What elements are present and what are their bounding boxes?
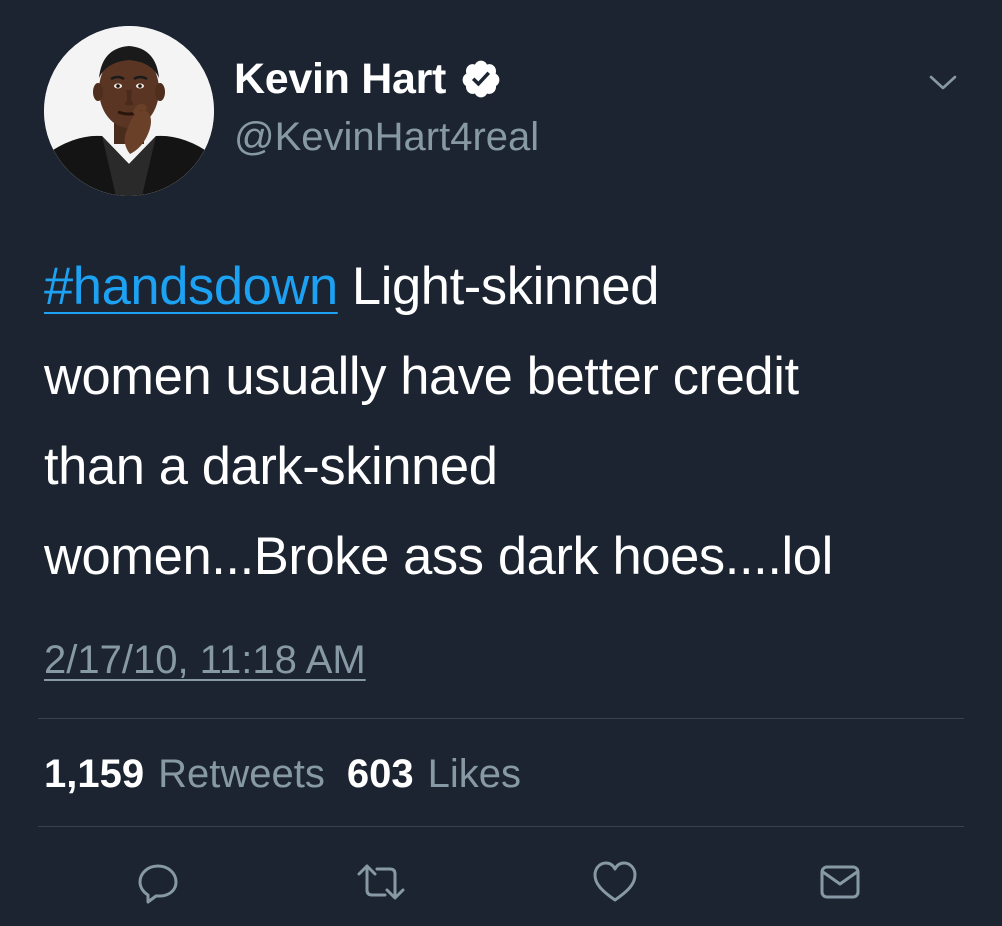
chevron-down-icon: [929, 75, 957, 90]
reply-button[interactable]: [128, 852, 188, 912]
divider: [38, 718, 964, 719]
display-name[interactable]: Kevin Hart: [234, 54, 446, 104]
envelope-icon: [820, 865, 860, 899]
likes-label: Likes: [427, 751, 521, 796]
direct-message-button[interactable]: [810, 852, 870, 912]
retweets-label: Retweets: [158, 751, 325, 796]
tweet-text-line-4: women...Broke ass dark hoes....lol: [44, 527, 833, 586]
retweet-button[interactable]: [351, 852, 411, 912]
author-name-row[interactable]: Kevin Hart: [234, 54, 502, 104]
tweet-text-line-1: #handsdown Light-skinned: [44, 242, 964, 332]
more-options-button[interactable]: [918, 58, 968, 108]
profile-photo-icon: [44, 26, 214, 196]
retweets-stat[interactable]: 1,159 Retweets: [44, 752, 325, 797]
tweet-timestamp[interactable]: 2/17/10, 11:18 AM: [44, 630, 366, 690]
verified-badge-icon: [460, 58, 502, 100]
avatar[interactable]: [44, 26, 214, 196]
divider: [38, 826, 964, 827]
hashtag-link[interactable]: #handsdown: [44, 257, 338, 316]
tweet-card: Kevin Hart @KevinHart4real #handsdown Li…: [0, 0, 1002, 926]
tweet-text-segment: Light-skinned: [337, 257, 660, 316]
likes-stat[interactable]: 603 Likes: [347, 752, 521, 797]
author-handle[interactable]: @KevinHart4real: [234, 112, 539, 162]
likes-count: 603: [346, 751, 414, 796]
reply-icon: [138, 864, 178, 904]
retweet-icon: [357, 864, 405, 900]
like-button[interactable]: [585, 852, 645, 912]
tweet-text-line-2: women usually have better credit: [44, 347, 799, 406]
retweets-count: 1,159: [44, 751, 145, 796]
engagement-stats: 1,159 Retweets 603 Likes: [44, 746, 521, 802]
heart-icon: [593, 861, 637, 902]
tweet-text: #handsdown Light-skinned women usually h…: [44, 242, 964, 602]
tweet-text-line-3: than a dark-skinned: [44, 437, 498, 496]
